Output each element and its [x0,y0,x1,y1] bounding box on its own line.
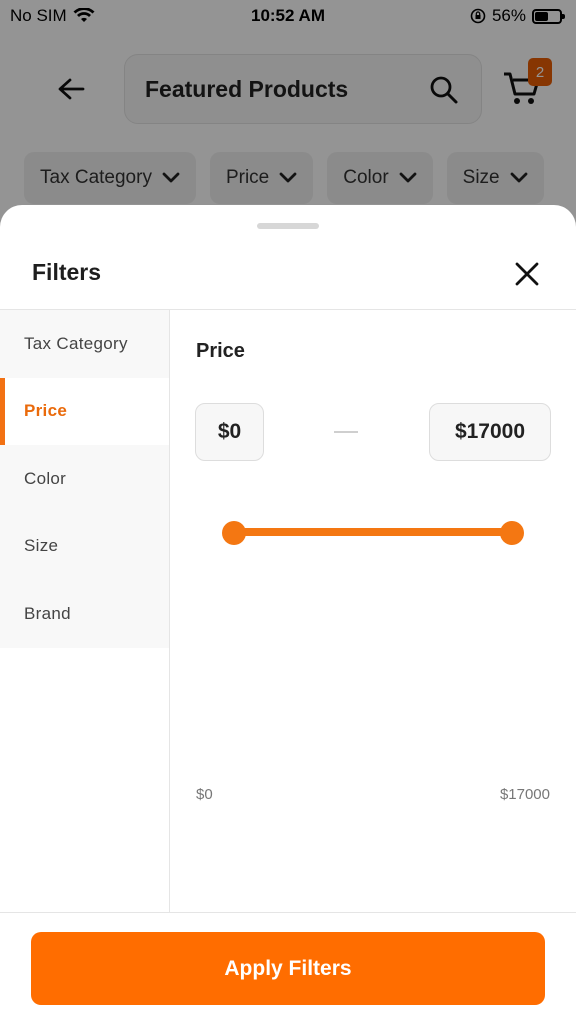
footer-divider [0,912,576,913]
panel-title: Price [196,340,245,362]
nav-item-color[interactable]: Color [0,445,169,513]
nav-item-size[interactable]: Size [0,512,169,580]
range-max-label: $17000 [499,786,550,803]
nav-item-brand[interactable]: Brand [0,580,169,648]
sheet-title: Filters [32,259,102,285]
apply-filters-button[interactable]: Apply Filters [31,932,545,1005]
price-slider-min-handle[interactable] [222,521,246,545]
nav-item-label: Tax Category [24,333,128,353]
nav-item-price[interactable]: Price [0,377,169,445]
price-slider-max-handle[interactable] [500,521,524,545]
min-price-input[interactable]: $0 [195,403,264,461]
nav-item-label: Price [24,401,68,421]
range-dash [334,431,358,433]
price-filter-panel: Price $0 $17000 $0 $17000 [171,310,576,912]
filters-sheet: Filters Tax Category Price Color Size Br… [0,205,576,1024]
range-min-label: $0 [196,786,213,803]
nav-item-label: Brand [24,603,71,623]
max-price-input[interactable]: $17000 [429,403,551,461]
close-icon [515,262,539,286]
nav-item-label: Color [24,468,67,488]
nav-item-label: Size [24,536,59,556]
close-button[interactable] [508,255,546,293]
sheet-drag-handle[interactable] [257,223,319,229]
filter-category-nav: Tax Category Price Color Size Brand [0,310,170,912]
nav-item-tax-category[interactable]: Tax Category [0,310,169,378]
price-slider-track[interactable] [234,528,512,536]
